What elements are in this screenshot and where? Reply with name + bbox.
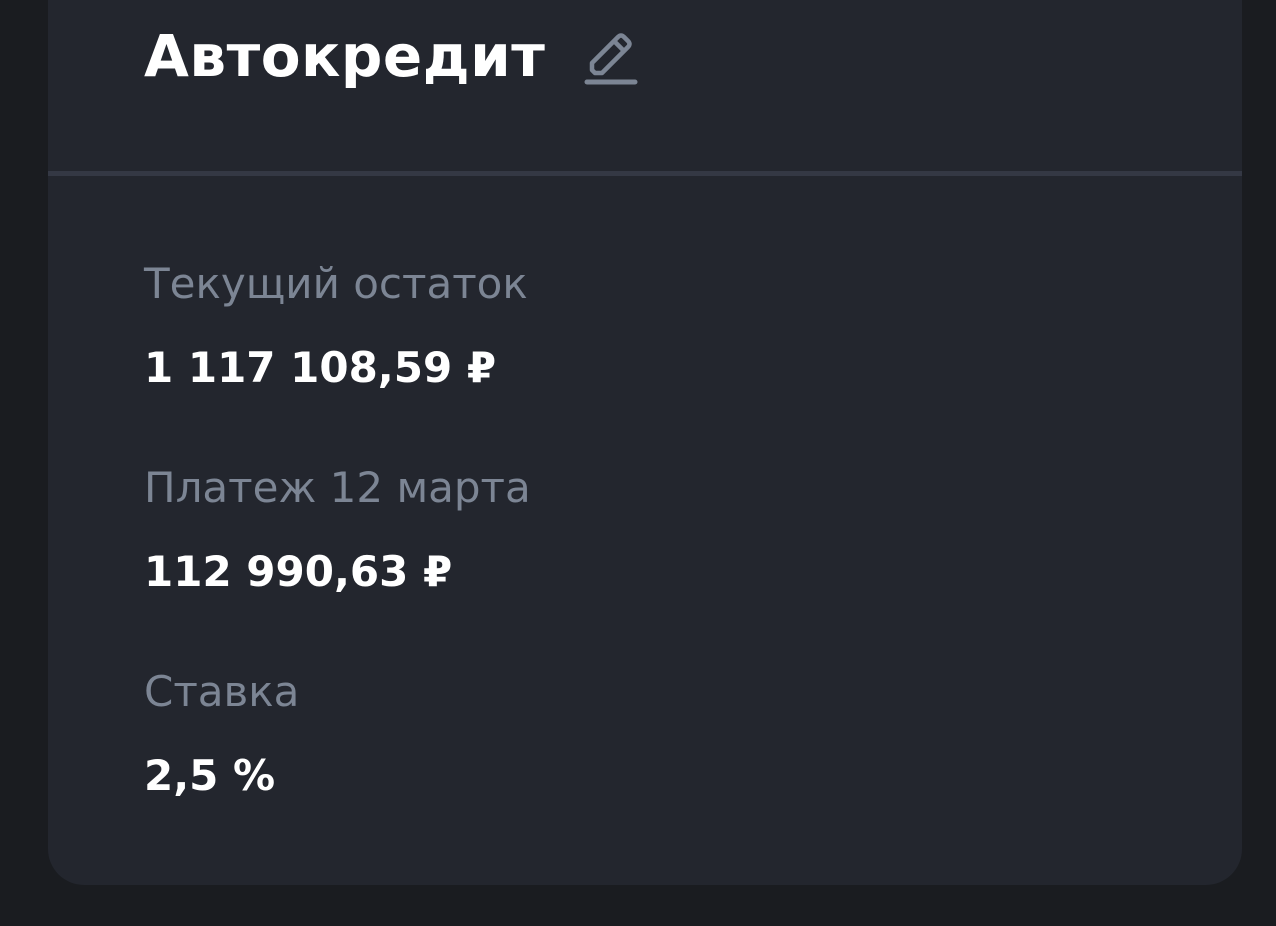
loan-card-header: Автокредит: [48, 0, 1242, 131]
balance-label: Текущий остаток: [144, 259, 528, 308]
edit-name-button[interactable]: [578, 26, 642, 90]
rate-label: Ставка: [144, 667, 300, 716]
balance-value: 1 117 108,59 ₽: [144, 343, 497, 392]
rate-value: 2,5 %: [144, 751, 276, 800]
payment-value: 112 990,63 ₽: [144, 547, 453, 596]
loan-title: Автокредит: [144, 22, 546, 90]
pencil-icon: [584, 33, 638, 85]
payment-label: Платеж 12 марта: [144, 463, 531, 512]
loan-card: Автокредит Текущий остаток 1 117 108,59 …: [48, 0, 1242, 885]
header-divider: [48, 171, 1242, 176]
